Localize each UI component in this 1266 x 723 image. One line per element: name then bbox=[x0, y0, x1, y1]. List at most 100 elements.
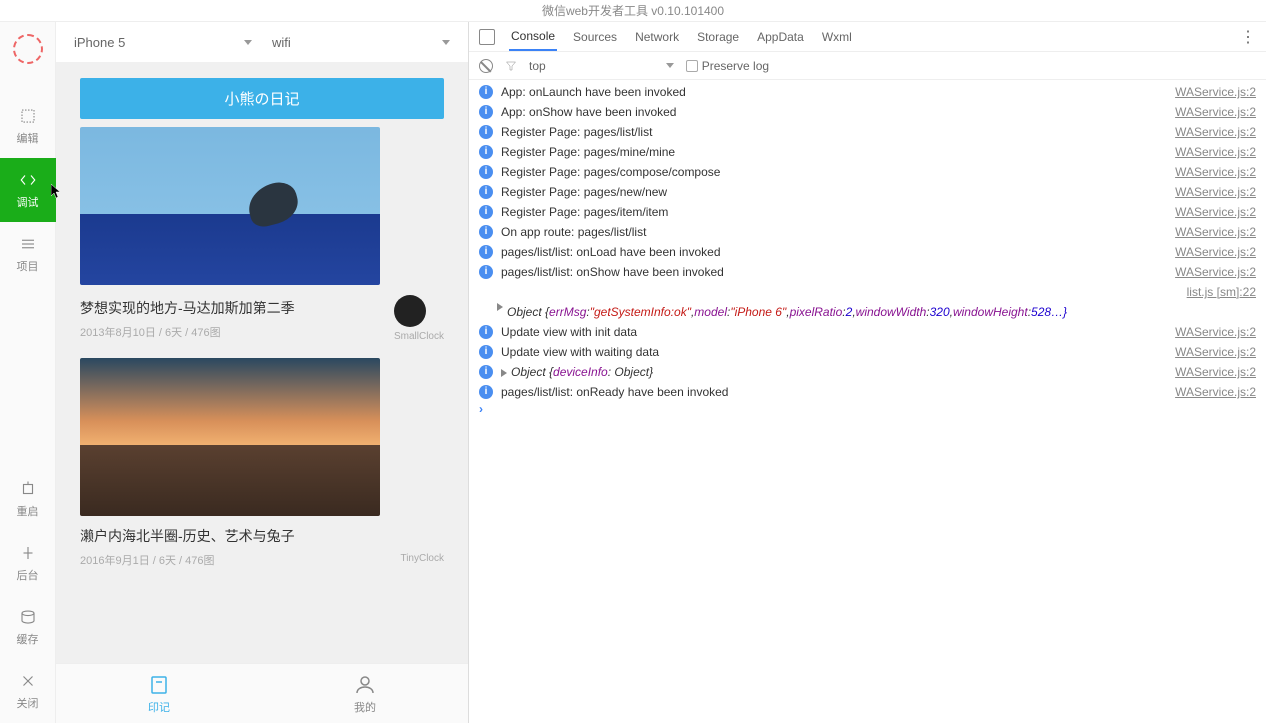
console-output[interactable]: i App: onLaunch have been invoked WAServic… bbox=[469, 80, 1266, 723]
edit-button[interactable]: 编辑 bbox=[0, 94, 56, 158]
log-source-link[interactable]: WAService.js:2 bbox=[1175, 263, 1256, 281]
log-message: pages/list/list: onReady have been invok… bbox=[501, 383, 1165, 401]
expand-triangle-icon[interactable] bbox=[501, 369, 507, 377]
log-source-link[interactable]: list.js [sm]:22 bbox=[1187, 283, 1256, 301]
feed-card[interactable]: 濑户内海北半圈-历史、艺术与兔子 2016年9月1日 / 6天 / 476图 T… bbox=[80, 358, 444, 568]
edit-label: 编辑 bbox=[17, 130, 39, 146]
log-message: Register Page: pages/compose/compose bbox=[501, 163, 1165, 181]
background-button[interactable]: 后台 bbox=[0, 531, 56, 595]
log-message: Register Page: pages/item/item bbox=[501, 203, 1165, 221]
info-badge-icon: i bbox=[479, 345, 493, 359]
tab-appdata[interactable]: AppData bbox=[755, 24, 806, 50]
log-source-link[interactable]: WAService.js:2 bbox=[1175, 103, 1256, 121]
feed-card[interactable]: 梦想实现的地方-马达加斯加第二季 2013年8月10日 / 6天 / 476图 … bbox=[80, 127, 444, 342]
chevron-down-icon bbox=[442, 40, 450, 45]
memo-icon bbox=[147, 673, 171, 697]
edit-icon bbox=[18, 106, 38, 126]
log-source-link[interactable]: WAService.js:2 bbox=[1175, 183, 1256, 201]
info-badge-icon: i bbox=[479, 125, 493, 139]
debug-button[interactable]: 调试 bbox=[0, 158, 56, 222]
device-model-dropdown[interactable]: iPhone 5 bbox=[64, 35, 262, 50]
log-source-link[interactable]: WAService.js:2 bbox=[1175, 163, 1256, 181]
log-source-link[interactable]: WAService.js:2 bbox=[1175, 203, 1256, 221]
info-badge-icon: i bbox=[479, 365, 493, 379]
tab-storage[interactable]: Storage bbox=[695, 24, 741, 50]
log-source-link[interactable]: WAService.js:2 bbox=[1175, 243, 1256, 261]
background-label: 后台 bbox=[17, 567, 39, 583]
user-icon bbox=[353, 673, 377, 697]
log-source-link[interactable]: WAService.js:2 bbox=[1175, 223, 1256, 241]
log-source-link[interactable]: WAService.js:2 bbox=[1175, 343, 1256, 361]
tab-network[interactable]: Network bbox=[633, 24, 681, 50]
log-message: App: onShow have been invoked bbox=[501, 103, 1165, 121]
tab-mine[interactable]: 我的 bbox=[262, 664, 468, 723]
clear-console-icon[interactable] bbox=[479, 59, 493, 73]
card-meta: 2016年9月1日 / 6天 / 476图 bbox=[80, 552, 400, 568]
console-object[interactable]: Object {errMsg: "getSystemInfo:ok", mode… bbox=[469, 302, 1266, 322]
info-badge-icon: i bbox=[479, 225, 493, 239]
cache-label: 缓存 bbox=[17, 631, 39, 647]
simulator-panel: iPhone 5 wifi 小熊の日记 梦想实现的地方-马达加斯加第二季 201… bbox=[56, 22, 469, 723]
devtools-panel: Console Sources Network Storage AppData … bbox=[469, 22, 1266, 723]
network-dropdown[interactable]: wifi bbox=[262, 35, 460, 50]
background-icon bbox=[18, 543, 38, 563]
tab-sources[interactable]: Sources bbox=[571, 24, 619, 50]
more-icon[interactable]: ⋮ bbox=[1240, 27, 1256, 47]
app-tabbar: 印记 我的 bbox=[56, 663, 468, 723]
preserve-log-checkbox[interactable]: Preserve log bbox=[686, 59, 769, 73]
close-icon bbox=[18, 671, 38, 691]
log-message: Update view with waiting data bbox=[501, 343, 1165, 361]
restart-icon bbox=[18, 479, 38, 499]
expand-triangle-icon[interactable] bbox=[497, 303, 503, 311]
restart-label: 重启 bbox=[17, 503, 39, 519]
log-message: App: onLaunch have been invoked bbox=[501, 83, 1165, 101]
card-meta: 2013年8月10日 / 6天 / 476图 bbox=[80, 324, 394, 340]
card-title: 濑户内海北半圈-历史、艺术与兔子 bbox=[80, 526, 400, 546]
log-source-link[interactable]: WAService.js:2 bbox=[1175, 83, 1256, 101]
tab-label: 印记 bbox=[148, 699, 170, 715]
log-message: Register Page: pages/new/new bbox=[501, 183, 1165, 201]
console-prompt[interactable]: › bbox=[469, 402, 1266, 416]
tab-console[interactable]: Console bbox=[509, 23, 557, 51]
info-badge-icon: i bbox=[479, 265, 493, 279]
project-label: 项目 bbox=[17, 258, 39, 274]
log-message: Register Page: pages/mine/mine bbox=[501, 143, 1165, 161]
info-badge-icon: i bbox=[479, 245, 493, 259]
tab-memo[interactable]: 印记 bbox=[56, 664, 262, 723]
window-title: 微信web开发者工具 v0.10.101400 bbox=[0, 0, 1266, 22]
feed-list[interactable]: 梦想实现的地方-马达加斯加第二季 2013年8月10日 / 6天 / 476图 … bbox=[80, 127, 444, 663]
console-object[interactable]: iObject {deviceInfo: Object}WAService.js… bbox=[469, 362, 1266, 382]
log-message: pages/list/list: onLoad have been invoke… bbox=[501, 243, 1165, 261]
device-model-value: iPhone 5 bbox=[74, 35, 125, 50]
log-source-link[interactable]: WAService.js:2 bbox=[1175, 323, 1256, 341]
chevron-down-icon bbox=[666, 63, 674, 68]
card-image bbox=[80, 127, 380, 285]
log-message: pages/list/list: onShow have been invoke… bbox=[501, 263, 1165, 281]
log-source-link[interactable]: WAService.js:2 bbox=[1175, 123, 1256, 141]
tab-wxml[interactable]: Wxml bbox=[820, 24, 854, 50]
cache-button[interactable]: 缓存 bbox=[0, 595, 56, 659]
close-button[interactable]: 关闭 bbox=[0, 659, 56, 723]
debug-icon bbox=[18, 170, 38, 190]
log-message: On app route: pages/list/list bbox=[501, 223, 1165, 241]
tab-label: 我的 bbox=[354, 699, 376, 715]
left-toolbar: 编辑 调试 项目 重启 后台 缓存 关闭 bbox=[0, 22, 56, 723]
info-badge-icon: i bbox=[479, 145, 493, 159]
network-value: wifi bbox=[272, 35, 291, 50]
log-source-link[interactable]: WAService.js:2 bbox=[1175, 383, 1256, 401]
avatar-icon bbox=[400, 531, 428, 553]
inspect-icon[interactable] bbox=[479, 29, 495, 45]
restart-button[interactable]: 重启 bbox=[0, 467, 56, 531]
author-name: TinyClock bbox=[400, 553, 444, 564]
info-badge-icon: i bbox=[479, 105, 493, 119]
log-message: Register Page: pages/list/list bbox=[501, 123, 1165, 141]
cache-icon bbox=[18, 607, 38, 627]
log-source-link[interactable]: WAService.js:2 bbox=[1175, 143, 1256, 161]
log-source-link[interactable]: WAService.js:2 bbox=[1175, 363, 1256, 381]
info-badge-icon: i bbox=[479, 205, 493, 219]
debug-label: 调试 bbox=[17, 194, 39, 210]
author-name: SmallClock bbox=[394, 331, 444, 342]
project-button[interactable]: 项目 bbox=[0, 222, 56, 286]
context-dropdown[interactable]: top bbox=[529, 59, 674, 73]
filter-icon[interactable] bbox=[505, 60, 517, 72]
